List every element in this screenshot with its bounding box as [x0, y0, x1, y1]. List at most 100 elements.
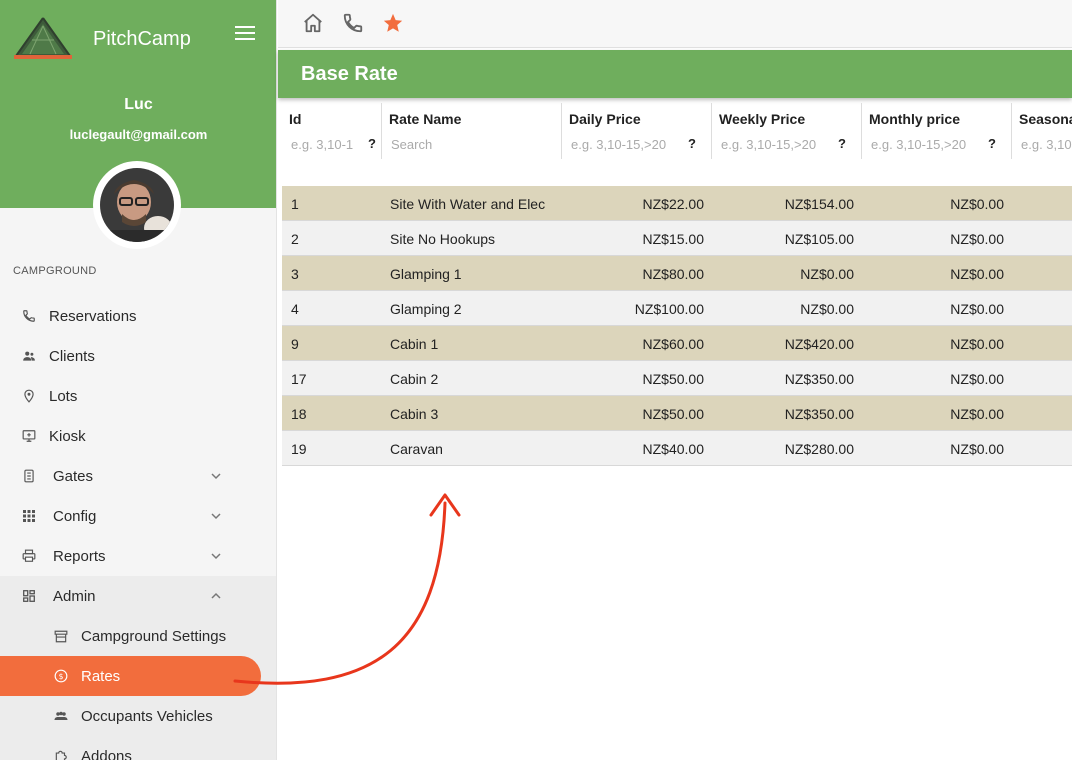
sidebar-subitem-addons[interactable]: Addons: [0, 736, 276, 760]
cell-daily-price: NZ$60.00: [642, 336, 704, 352]
cell-monthly-price: NZ$0.00: [950, 406, 1004, 422]
sidebar-item-label: Config: [53, 507, 97, 525]
filter-input-seasonal[interactable]: e.g. 3,10: [1021, 137, 1072, 152]
sidebar-subitem-rates[interactable]: $ Rates: [0, 656, 276, 696]
cell-monthly-price: NZ$0.00: [950, 231, 1004, 247]
cell-id: 9: [291, 336, 299, 352]
home-icon[interactable]: [302, 12, 324, 34]
app-root: PitchCamp Luc luclegault@gmail.com CAMPG…: [0, 0, 1072, 760]
table-row[interactable]: 9 Cabin 1 NZ$60.00 NZ$420.00 NZ$0.00: [282, 326, 1072, 361]
sidebar-item-reservations[interactable]: Reservations: [0, 296, 276, 336]
sidebar-item-label: Clients: [49, 347, 95, 365]
sidebar-item-clients[interactable]: Clients: [0, 336, 276, 376]
cell-daily-price: NZ$22.00: [642, 196, 704, 212]
table-row[interactable]: 3 Glamping 1 NZ$80.00 NZ$0.00 NZ$0.00: [282, 256, 1072, 291]
chevron-down-icon: [211, 473, 221, 480]
cell-daily-price: NZ$40.00: [642, 441, 704, 457]
cell-id: 19: [291, 441, 307, 457]
column-title: Seasona: [1019, 111, 1072, 127]
column-header-weekly-price[interactable]: Weekly Price e.g. 3,10-15,>20 ?: [712, 103, 862, 159]
sidebar-item-label: Gates: [53, 467, 94, 485]
cell-weekly-price: NZ$154.00: [784, 196, 854, 212]
section-label-campground: CAMPGROUND: [13, 265, 97, 277]
printer-icon: [22, 549, 36, 563]
phone-icon[interactable]: [342, 12, 364, 34]
cell-daily-price: NZ$15.00: [642, 231, 704, 247]
top-toolbar: [278, 0, 1072, 48]
filter-input-weekly-price[interactable]: e.g. 3,10-15,>20: [721, 137, 816, 152]
page-title-bar: Base Rate: [278, 50, 1072, 98]
filter-input-id[interactable]: e.g. 3,10-1: [291, 137, 353, 152]
menu-toggle-icon[interactable]: [235, 26, 255, 40]
chevron-down-icon: [211, 553, 221, 560]
table-row[interactable]: 19 Caravan NZ$40.00 NZ$280.00 NZ$0.00: [282, 431, 1072, 466]
filter-input-monthly-price[interactable]: e.g. 3,10-15,>20: [871, 137, 966, 152]
sidebar-item-admin[interactable]: Admin: [0, 576, 276, 616]
dashboard-icon: [22, 589, 36, 603]
cell-weekly-price: NZ$105.00: [784, 231, 854, 247]
sidebar-item-reports[interactable]: Reports: [0, 536, 276, 576]
cell-daily-price: NZ$100.00: [634, 301, 704, 317]
sidebar-item-label: Reservations: [49, 307, 137, 325]
puzzle-icon: [54, 749, 68, 760]
cell-rate-name: Glamping 2: [390, 301, 462, 317]
sidebar-item-gates[interactable]: Gates: [0, 456, 276, 496]
filter-input-rate-name[interactable]: Search: [391, 137, 432, 152]
cell-id: 3: [291, 266, 299, 282]
column-header-id[interactable]: Id e.g. 3,10-1 ?: [282, 103, 382, 159]
cell-monthly-price: NZ$0.00: [950, 266, 1004, 282]
cell-id: 17: [291, 371, 307, 387]
column-header-monthly-price[interactable]: Monthly price e.g. 3,10-15,>20 ?: [862, 103, 1012, 159]
group-icon: [54, 709, 68, 723]
cell-monthly-price: NZ$0.00: [950, 196, 1004, 212]
filter-help-icon[interactable]: ?: [688, 136, 696, 151]
filter-help-icon[interactable]: ?: [988, 136, 996, 151]
star-icon[interactable]: [382, 12, 404, 34]
sidebar-item-label: Lots: [49, 387, 78, 405]
cell-rate-name: Cabin 1: [390, 336, 439, 352]
sidebar-item-kiosk[interactable]: Kiosk: [0, 416, 276, 456]
filter-help-icon[interactable]: ?: [838, 136, 846, 151]
column-title: Daily Price: [569, 111, 641, 127]
sidebar-item-label: Addons: [81, 747, 132, 760]
table-row[interactable]: 1 Site With Water and Elec NZ$22.00 NZ$1…: [282, 186, 1072, 221]
page-title: Base Rate: [301, 63, 398, 85]
column-title: Weekly Price: [719, 111, 806, 127]
cell-id: 1: [291, 196, 299, 212]
sidebar-item-config[interactable]: Config: [0, 496, 276, 536]
cell-monthly-price: NZ$0.00: [950, 441, 1004, 457]
table-row[interactable]: 17 Cabin 2 NZ$50.00 NZ$350.00 NZ$0.00: [282, 361, 1072, 396]
tent-logo-icon: [14, 17, 72, 59]
kiosk-icon: [22, 429, 36, 443]
cell-monthly-price: NZ$0.00: [950, 371, 1004, 387]
table-row[interactable]: 2 Site No Hookups NZ$15.00 NZ$105.00 NZ$…: [282, 221, 1072, 256]
cell-rate-name: Site With Water and Elec: [390, 196, 546, 212]
grid-icon: [22, 509, 36, 523]
sidebar-item-label: Rates: [81, 667, 121, 685]
sidebar-subitem-campground-settings[interactable]: Campground Settings: [0, 616, 276, 656]
map-pin-icon: [22, 389, 36, 403]
filter-input-daily-price[interactable]: e.g. 3,10-15,>20: [571, 137, 666, 152]
sidebar-item-label: Admin: [53, 587, 96, 605]
column-header-rate-name[interactable]: Rate Name Search: [382, 103, 562, 159]
sidebar-item-label: Occupants Vehicles: [81, 707, 213, 725]
cell-monthly-price: NZ$0.00: [950, 301, 1004, 317]
cell-weekly-price: NZ$420.00: [784, 336, 854, 352]
cell-rate-name: Cabin 2: [390, 371, 439, 387]
column-header-seasonal[interactable]: Seasona e.g. 3,10: [1012, 103, 1072, 159]
sidebar-subitem-occupants-vehicles[interactable]: Occupants Vehicles: [0, 696, 276, 736]
column-header-daily-price[interactable]: Daily Price e.g. 3,10-15,>20 ?: [562, 103, 712, 159]
sidebar-item-lots[interactable]: Lots: [0, 376, 276, 416]
phone-icon: [22, 309, 36, 323]
sidebar-item-label: Reports: [53, 547, 106, 565]
cell-rate-name: Caravan: [390, 441, 443, 457]
cell-monthly-price: NZ$0.00: [950, 336, 1004, 352]
filter-help-icon[interactable]: ?: [368, 136, 376, 151]
sidebar-item-label: Campground Settings: [81, 627, 227, 645]
avatar[interactable]: [93, 161, 181, 249]
cell-weekly-price: NZ$280.00: [784, 441, 854, 457]
table-row[interactable]: 18 Cabin 3 NZ$50.00 NZ$350.00 NZ$0.00: [282, 396, 1072, 431]
table-row[interactable]: 4 Glamping 2 NZ$100.00 NZ$0.00 NZ$0.00: [282, 291, 1072, 326]
cell-rate-name: Site No Hookups: [390, 231, 496, 247]
cell-weekly-price: NZ$0.00: [800, 266, 854, 282]
